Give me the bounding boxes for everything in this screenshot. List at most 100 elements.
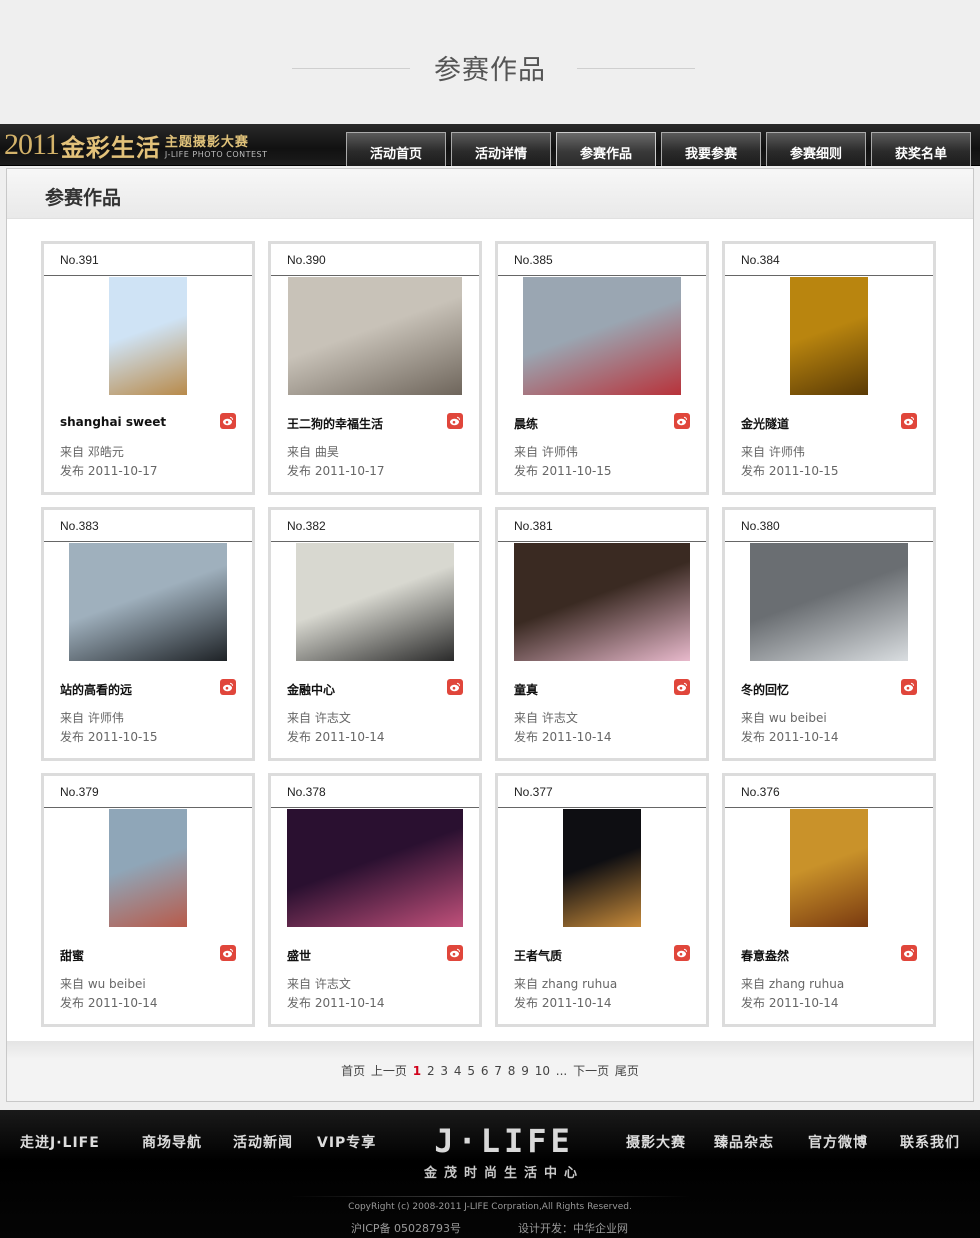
- entry-card[interactable]: No.381 童真 来自 许志文 发布 2011-10-14: [495, 507, 709, 761]
- footer-brand-logo[interactable]: J·LIFE 金茂时尚生活中心: [404, 1122, 604, 1181]
- weibo-share-icon[interactable]: [901, 413, 917, 429]
- main-navbar: 2011 金彩生活 主题摄影大赛 J-LIFE PHOTO CONTEST 活动…: [0, 124, 980, 166]
- entry-photo[interactable]: [109, 277, 187, 395]
- entry-title[interactable]: 冬的回忆: [741, 681, 789, 698]
- page-next-link[interactable]: 下一页: [573, 1064, 609, 1078]
- entry-photo[interactable]: [69, 543, 227, 661]
- tab-join[interactable]: 我要参赛: [661, 132, 761, 166]
- page-link[interactable]: 2: [427, 1064, 435, 1078]
- entry-title[interactable]: 童真: [514, 681, 538, 698]
- weibo-share-icon[interactable]: [674, 945, 690, 961]
- entry-card[interactable]: No.385 晨练 来自 许师伟 发布 2011-10-15: [495, 241, 709, 495]
- tab-winners[interactable]: 获奖名单: [871, 132, 971, 166]
- footer-link-weibo[interactable]: 官方微博: [808, 1132, 868, 1152]
- entry-photo-wrap[interactable]: [44, 543, 252, 661]
- page-link[interactable]: 5: [467, 1064, 475, 1078]
- entry-photo[interactable]: [296, 543, 454, 661]
- footer-link-about[interactable]: 走进J·LIFE: [20, 1132, 100, 1152]
- entry-photo-wrap[interactable]: [498, 543, 706, 661]
- entry-card[interactable]: No.377 王者气质 来自 zhang ruhua 发布 2011-10-14: [495, 773, 709, 1027]
- page-link[interactable]: 9: [521, 1064, 529, 1078]
- copyright-text: CopyRight (c) 2008-2011 J-LIFE Corpratio…: [348, 1202, 632, 1212]
- page-link-current[interactable]: 1: [413, 1064, 421, 1078]
- page-prev-link[interactable]: 上一页: [371, 1064, 407, 1078]
- tab-details[interactable]: 活动详情: [451, 132, 551, 166]
- page-link[interactable]: 7: [494, 1064, 502, 1078]
- footer-link-photo-contest[interactable]: 摄影大赛: [626, 1132, 686, 1152]
- footer-link-mall-guide[interactable]: 商场导航: [142, 1132, 202, 1152]
- entry-photo-wrap[interactable]: [271, 277, 479, 395]
- footer-link-news[interactable]: 活动新闻: [233, 1132, 293, 1152]
- tab-rules[interactable]: 参赛细则: [766, 132, 866, 166]
- footer-link-contact[interactable]: 联系我们: [900, 1132, 960, 1152]
- tab-entries[interactable]: 参赛作品: [556, 132, 656, 166]
- entry-title[interactable]: 春意盎然: [741, 947, 789, 964]
- tab-home[interactable]: 活动首页: [346, 132, 446, 166]
- entry-photo[interactable]: [109, 809, 187, 927]
- entry-card[interactable]: No.390 王二狗的幸福生活 来自 曲昊 发布 2011-10-17: [268, 241, 482, 495]
- entry-date: 发布 2011-10-14: [741, 996, 839, 1010]
- entry-photo[interactable]: [750, 543, 908, 661]
- entry-photo-wrap[interactable]: [271, 809, 479, 927]
- weibo-share-icon[interactable]: [674, 679, 690, 695]
- weibo-share-icon[interactable]: [220, 679, 236, 695]
- entry-title[interactable]: 王者气质: [514, 947, 562, 964]
- weibo-share-icon[interactable]: [447, 679, 463, 695]
- footer-link-vip[interactable]: VIP专享: [317, 1132, 376, 1152]
- entry-photo[interactable]: [790, 809, 868, 927]
- entry-number: No.385: [498, 244, 706, 276]
- entry-title[interactable]: 金融中心: [287, 681, 335, 698]
- weibo-share-icon[interactable]: [220, 945, 236, 961]
- entry-photo-wrap[interactable]: [725, 543, 933, 661]
- weibo-share-icon[interactable]: [901, 679, 917, 695]
- entry-card[interactable]: No.378 盛世 来自 许志文 发布 2011-10-14: [268, 773, 482, 1027]
- entry-photo-wrap[interactable]: [498, 277, 706, 395]
- entry-card[interactable]: No.391 shanghai sweet 来自 邓皓元 发布 2011-10-17: [41, 241, 255, 495]
- entry-title[interactable]: 金光隧道: [741, 415, 789, 432]
- entry-photo-wrap[interactable]: [725, 809, 933, 927]
- entry-title[interactable]: 王二狗的幸福生活: [287, 415, 383, 432]
- entry-photo[interactable]: [790, 277, 868, 395]
- contest-logo[interactable]: 2011 金彩生活 主题摄影大赛 J-LIFE PHOTO CONTEST: [4, 126, 268, 164]
- entry-photo-wrap[interactable]: [44, 809, 252, 927]
- page-last-link[interactable]: 尾页: [615, 1064, 639, 1078]
- entry-title[interactable]: 甜蜜: [60, 947, 84, 964]
- entry-photo[interactable]: [288, 277, 462, 395]
- entry-photo-wrap[interactable]: [725, 277, 933, 395]
- entry-card[interactable]: No.383 站的高看的远 来自 许师伟 发布 2011-10-15: [41, 507, 255, 761]
- entry-photo[interactable]: [287, 809, 463, 927]
- page-link[interactable]: 8: [508, 1064, 516, 1078]
- entry-photo[interactable]: [523, 277, 681, 395]
- footer-link-magazine[interactable]: 臻品杂志: [714, 1132, 774, 1152]
- entry-photo[interactable]: [563, 809, 641, 927]
- page-link[interactable]: 3: [440, 1064, 448, 1078]
- entry-title[interactable]: shanghai sweet: [60, 415, 166, 429]
- entry-date: 发布 2011-10-15: [741, 464, 839, 478]
- entry-date: 发布 2011-10-15: [514, 464, 612, 478]
- developer-text[interactable]: 设计开发：中华企业网: [518, 1220, 628, 1236]
- entry-card[interactable]: No.382 金融中心 来自 许志文 发布 2011-10-14: [268, 507, 482, 761]
- entry-card[interactable]: No.384 金光隧道 来自 许师伟 发布 2011-10-15: [722, 241, 936, 495]
- entry-number: No.380: [725, 510, 933, 542]
- weibo-share-icon[interactable]: [447, 945, 463, 961]
- page-link[interactable]: 10: [535, 1064, 550, 1078]
- icp-text[interactable]: 沪ICP备 05028793号: [351, 1220, 461, 1236]
- weibo-share-icon[interactable]: [447, 413, 463, 429]
- entry-title[interactable]: 晨练: [514, 415, 538, 432]
- entry-card[interactable]: No.380 冬的回忆 来自 wu beibei 发布 2011-10-14: [722, 507, 936, 761]
- page-link[interactable]: 6: [481, 1064, 489, 1078]
- page-link[interactable]: 4: [454, 1064, 462, 1078]
- weibo-share-icon[interactable]: [674, 413, 690, 429]
- entry-photo-wrap[interactable]: [498, 809, 706, 927]
- entry-card[interactable]: No.379 甜蜜 来自 wu beibei 发布 2011-10-14: [41, 773, 255, 1027]
- entry-card[interactable]: No.376 春意盎然 来自 zhang ruhua 发布 2011-10-14: [722, 773, 936, 1027]
- weibo-share-icon[interactable]: [220, 413, 236, 429]
- page-first-link[interactable]: 首页: [341, 1064, 365, 1078]
- entry-photo-wrap[interactable]: [44, 277, 252, 395]
- entry-photo-wrap[interactable]: [271, 543, 479, 661]
- entry-title[interactable]: 盛世: [287, 947, 311, 964]
- entry-title[interactable]: 站的高看的远: [60, 681, 132, 698]
- entry-photo[interactable]: [514, 543, 690, 661]
- weibo-share-icon[interactable]: [901, 945, 917, 961]
- entry-number: No.378: [271, 776, 479, 808]
